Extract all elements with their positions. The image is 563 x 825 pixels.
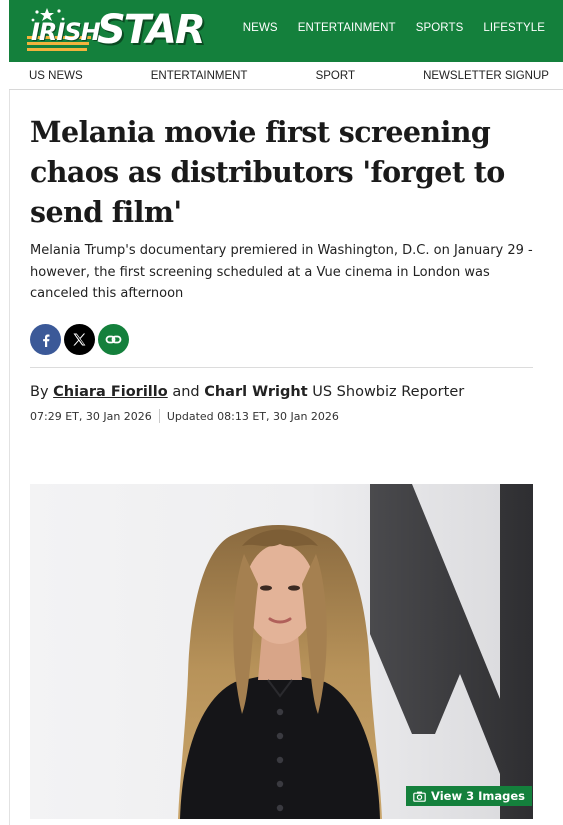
subnav-us-news[interactable]: US NEWS: [29, 70, 83, 82]
facebook-icon: [42, 334, 49, 347]
logo-word-irish: IRISH: [31, 18, 101, 46]
byline-joiner: and: [167, 384, 205, 400]
subnav-sport[interactable]: SPORT: [316, 70, 355, 82]
coat-button: [276, 756, 284, 764]
camera-icon: [413, 791, 426, 802]
view-images-button[interactable]: View 3 Images: [406, 786, 532, 806]
secondary-nav: US NEWS ENTERTAINMENT SPORT NEWSLETTER S…: [9, 62, 563, 90]
author-name: Charl Wright: [204, 384, 308, 400]
author-role: US Showbiz Reporter: [307, 384, 465, 400]
facebook-share-button[interactable]: [30, 324, 61, 355]
primary-nav: NEWS ENTERTAINMENT SPORTS LIFESTYLE: [243, 22, 545, 34]
x-share-button[interactable]: [64, 324, 95, 355]
coat-button: [276, 804, 284, 812]
eye-right: [288, 585, 300, 591]
x-icon: [73, 333, 86, 346]
backdrop-logo-shape: [370, 484, 533, 819]
nav-entertainment[interactable]: ENTERTAINMENT: [298, 22, 396, 34]
share-buttons: [30, 324, 129, 355]
byline: By Chiara Fiorillo and Charl Wright US S…: [30, 384, 464, 400]
article-timestamps: 07:29 ET, 30 Jan 2026 Updated 08:13 ET, …: [30, 409, 339, 423]
article-standfirst: Melania Trump's documentary premiered in…: [30, 243, 533, 301]
eye-left: [260, 585, 272, 591]
coat-button: [276, 780, 284, 788]
author-link[interactable]: Chiara Fiorillo: [53, 384, 168, 400]
copy-link-button[interactable]: [98, 324, 129, 355]
logo-word-star: STAR: [97, 7, 206, 53]
content-border: [9, 90, 10, 825]
subnav-newsletter-signup[interactable]: NEWSLETTER SIGNUP: [423, 70, 549, 82]
coat-button: [276, 732, 284, 740]
article-headline: Melania movie first screening chaos as d…: [30, 115, 505, 229]
updated-time: Updated 08:13 ET, 30 Jan 2026: [166, 409, 339, 423]
nav-lifestyle[interactable]: LIFESTYLE: [483, 22, 545, 34]
site-logo[interactable]: IRISH STAR: [27, 4, 206, 58]
site-header: IRISH STAR NEWS ENTERTAINMENT SPORTS LIF…: [9, 0, 563, 62]
section-divider: [30, 367, 533, 368]
view-images-label: View 3 Images: [431, 789, 525, 803]
published-time: 07:29 ET, 30 Jan 2026: [30, 409, 152, 423]
byline-prefix: By: [30, 384, 54, 400]
nav-news[interactable]: NEWS: [243, 22, 278, 34]
hero-image[interactable]: [30, 484, 533, 819]
nav-sports[interactable]: SPORTS: [416, 22, 464, 34]
coat-button: [276, 708, 284, 716]
link-icon: [105, 335, 122, 344]
subnav-entertainment[interactable]: ENTERTAINMENT: [151, 70, 248, 82]
timestamp-separator: [158, 409, 160, 423]
hero-photo: [178, 484, 533, 819]
